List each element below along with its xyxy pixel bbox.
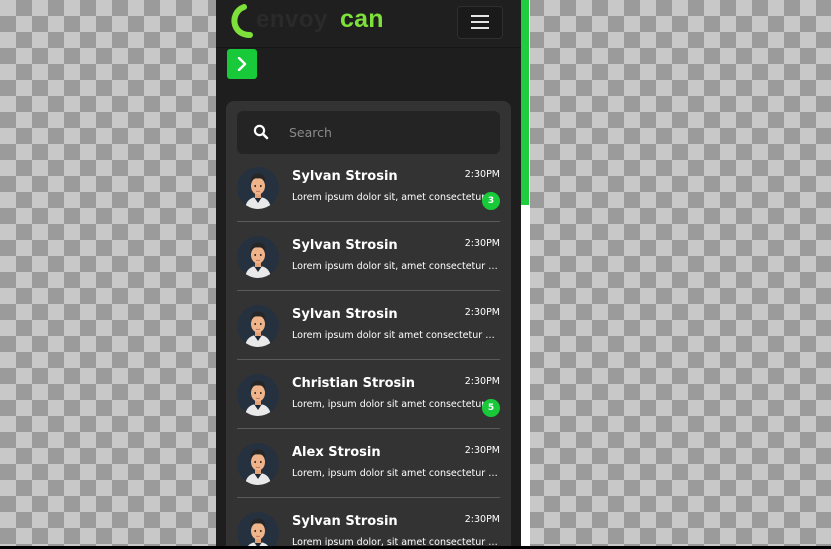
chevron-right-icon [237, 57, 247, 71]
person-avatar-icon [246, 518, 270, 549]
unread-count-badge: 5 [482, 399, 500, 417]
logo-ghost-text: envoy [256, 6, 328, 33]
chat-list-item[interactable]: Sylvan Strosin 2:30PM Lorem ipsum dolor,… [237, 508, 500, 549]
chat-timestamp: 2:30PM [464, 169, 500, 180]
chat-message-preview: Lorem ipsum dolor sit amet consectetur a… [292, 330, 499, 341]
chat-contact-name: Sylvan Strosin [292, 238, 398, 253]
divider [237, 428, 500, 429]
chat-contact-name: Sylvan Strosin [292, 514, 398, 529]
chat-list-item[interactable]: Sylvan Strosin 2:30PM Lorem ipsum dolor … [237, 301, 500, 363]
chat-timestamp: 2:30PM [464, 307, 500, 318]
chat-list-item[interactable]: Christian Strosin 2:30PM Lorem, ipsum do… [237, 370, 500, 432]
chat-message-preview: Lorem, ipsum dolor sit amet consectetur … [292, 468, 499, 479]
search-bar[interactable] [237, 111, 500, 154]
chat-timestamp: 2:30PM [464, 376, 500, 387]
chat-list-item[interactable]: Alex Strosin 2:30PM Lorem, ipsum dolor s… [237, 439, 500, 501]
chat-contact-name: Sylvan Strosin [292, 307, 398, 322]
person-avatar-icon [245, 242, 271, 278]
top-navbar: envoy can [216, 0, 521, 48]
page-scrollbar-thumb[interactable] [521, 0, 529, 205]
divider [237, 221, 500, 222]
person-avatar-icon [245, 173, 271, 209]
person-avatar-icon [245, 380, 271, 416]
avatar [237, 236, 279, 278]
app-window: envoy can Sylvan Strosin 2: [216, 0, 521, 549]
chat-contact-name: Christian Strosin [292, 376, 415, 391]
person-avatar-icon [245, 311, 271, 347]
person-avatar-icon [245, 449, 271, 485]
divider [237, 290, 500, 291]
divider [237, 497, 500, 498]
chat-timestamp: 2:30PM [464, 445, 500, 456]
chat-list-panel: Sylvan Strosin 2:30PM Lorem ipsum dolor … [226, 101, 511, 549]
chat-contact-name: Alex Strosin [292, 445, 381, 460]
chat-contact-name: Sylvan Strosin [292, 169, 398, 184]
avatar [237, 305, 279, 347]
chat-message-preview: Lorem ipsum dolor sit, amet consectetur … [292, 261, 499, 272]
chat-timestamp: 2:30PM [464, 238, 500, 249]
chat-list-item[interactable]: Sylvan Strosin 2:30PM Lorem ipsum dolor … [237, 163, 500, 225]
avatar [237, 374, 279, 416]
chat-list-item[interactable]: Sylvan Strosin 2:30PM Lorem ipsum dolor … [237, 232, 500, 294]
avatar [237, 443, 279, 485]
divider [237, 359, 500, 360]
avatar [237, 167, 279, 209]
menu-toggle-button[interactable] [457, 6, 503, 39]
chat-message-preview: Lorem, ipsum dolor sit amet consectetur … [292, 399, 484, 410]
search-input[interactable] [289, 121, 489, 143]
chat-timestamp: 2:30PM [464, 514, 500, 525]
sidebar-toggle-button[interactable] [227, 49, 257, 79]
unread-count-badge: 3 [482, 192, 500, 210]
phone-logo-icon [231, 4, 253, 38]
avatar [237, 512, 279, 549]
search-icon [253, 124, 269, 140]
logo-text: can [340, 5, 384, 33]
chat-message-preview: Lorem ipsum dolor sit, amet consectetur … [292, 192, 484, 203]
